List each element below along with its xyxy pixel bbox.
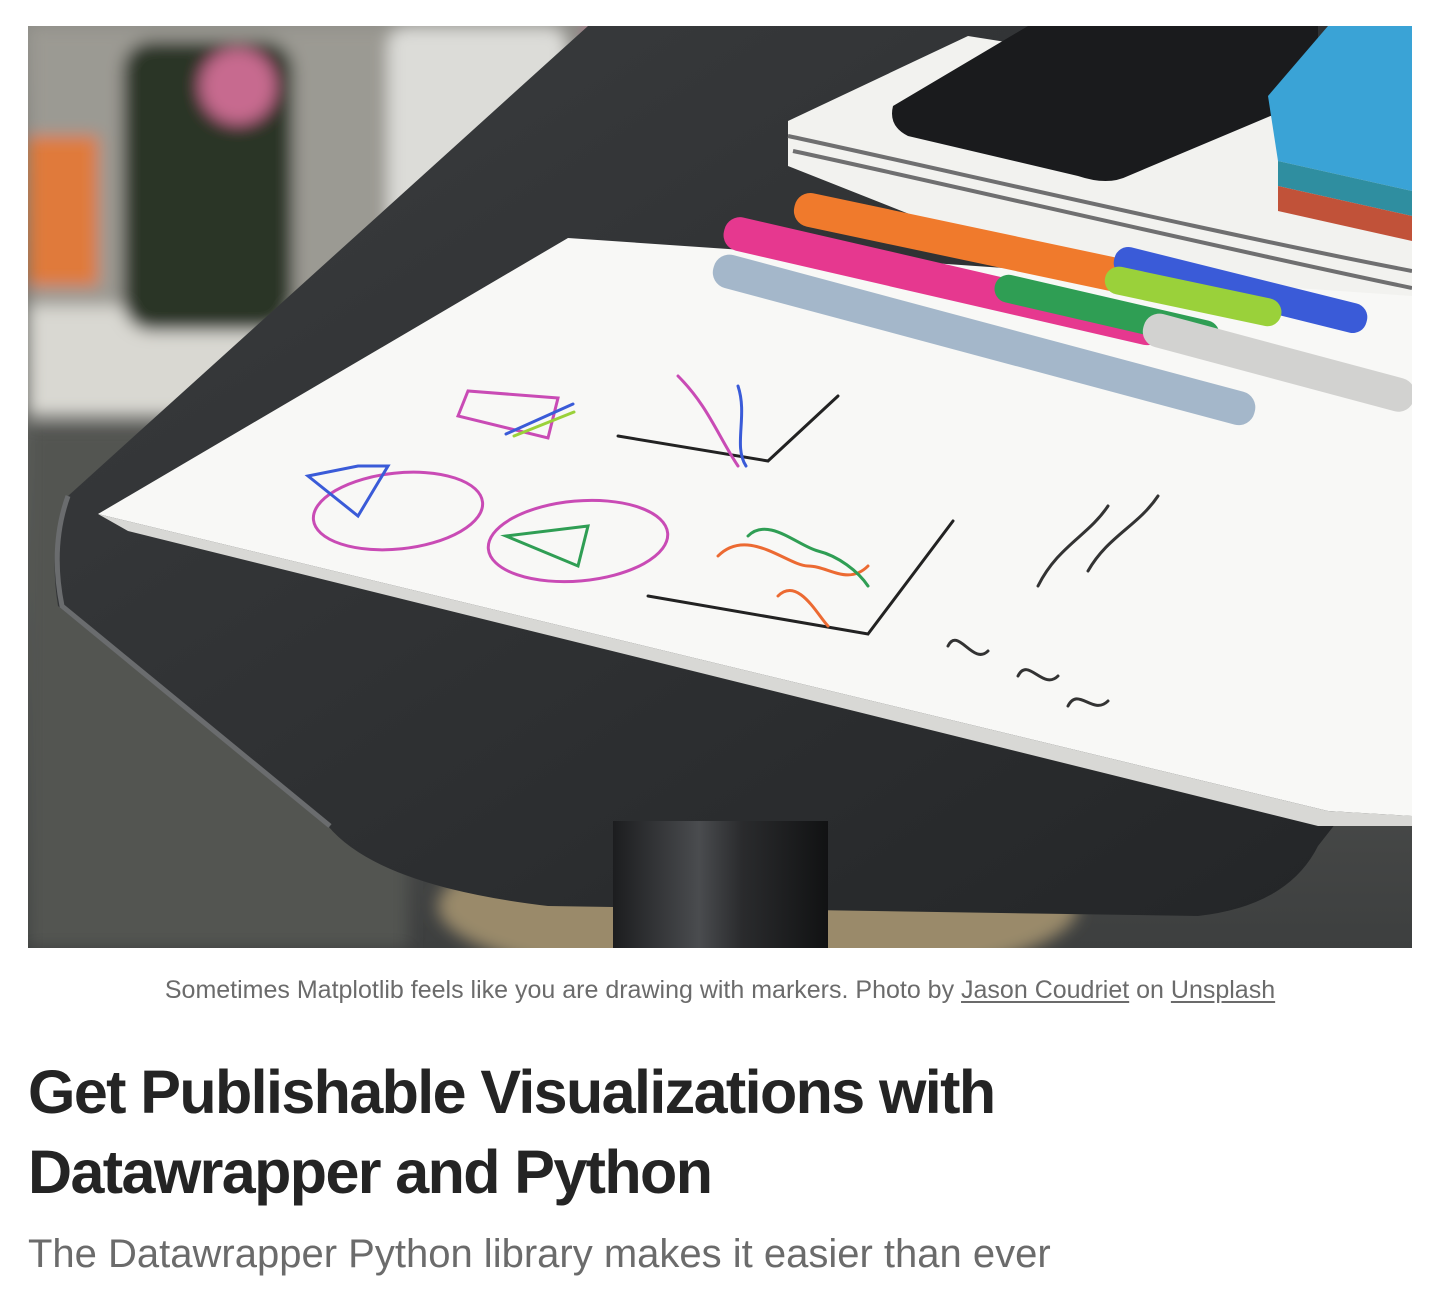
caption-connector: on (1129, 976, 1171, 1004)
hero-image (28, 26, 1412, 948)
image-caption: Sometimes Matplotlib feels like you are … (28, 974, 1412, 1006)
author-link[interactable]: Jason Coudriet (961, 976, 1129, 1004)
hero-photo-illustration (28, 26, 1412, 948)
caption-text: Sometimes Matplotlib feels like you are … (164, 976, 962, 1004)
source-link[interactable]: Unsplash (1171, 976, 1275, 1004)
article-subtitle: The Datawrapper Python library makes it … (28, 1232, 1051, 1276)
article-title: Get Publishable Visualizations with Data… (28, 1058, 996, 1206)
